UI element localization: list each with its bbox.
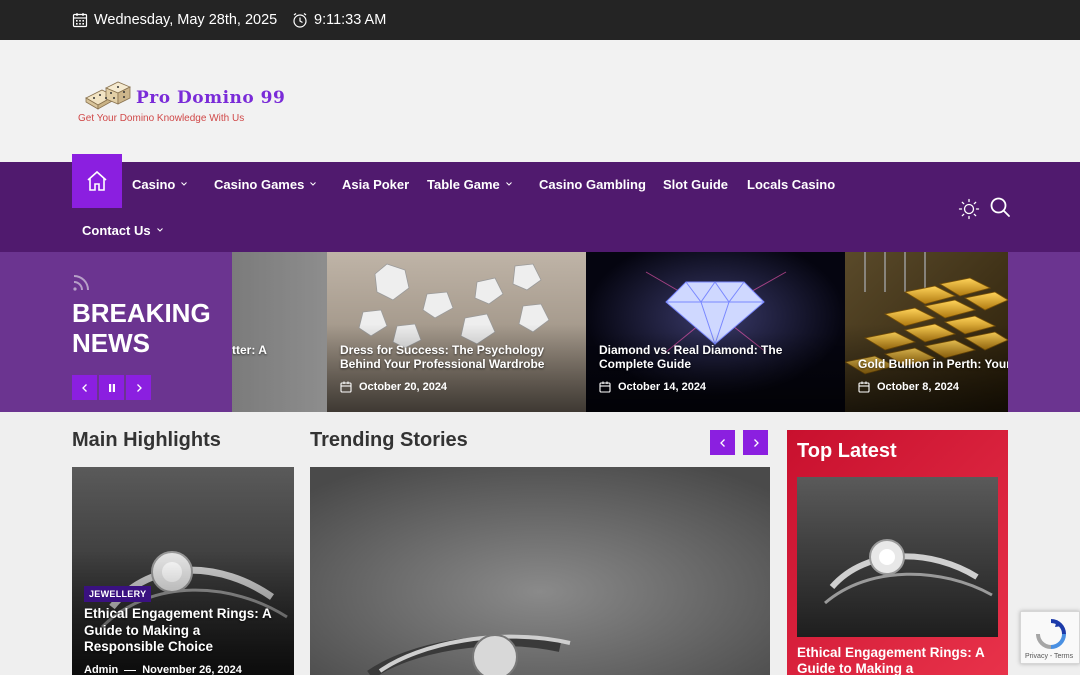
- sun-icon[interactable]: [958, 198, 980, 220]
- nav-item-casino-gambling[interactable]: Casino Gambling: [539, 174, 646, 194]
- prev-slide-button[interactable]: [72, 375, 97, 400]
- logo-name: Pro Domino 99: [136, 88, 286, 108]
- recaptcha-badge[interactable]: Privacy - Terms: [1020, 611, 1080, 664]
- chevron-down-icon: [181, 182, 188, 186]
- slide-title[interactable]: Dress for Success: The Psychology Behind…: [340, 343, 575, 371]
- breaking-slide[interactable]: Diamond vs. Real Diamond: The Complete G…: [586, 252, 845, 412]
- breaking-slide[interactable]: Gold Bullion in Perth: Your U October 8,…: [845, 252, 1008, 412]
- post-meta: Admin November 26, 2024: [84, 664, 242, 675]
- nav-item-table-game[interactable]: Table Game: [427, 174, 513, 194]
- breaking-controls: [72, 375, 151, 400]
- calendar-icon: [340, 381, 352, 393]
- chevron-left-icon: [81, 383, 87, 392]
- trending-stories-heading: Trending Stories: [310, 429, 468, 451]
- rss-icon: [73, 275, 89, 291]
- home-icon: [87, 170, 107, 191]
- logo-tagline: Get Your Domino Knowledge With Us: [78, 113, 245, 124]
- chevron-left-icon: [719, 438, 725, 447]
- nav-item-locals-casino[interactable]: Locals Casino: [747, 174, 835, 194]
- breaking-news-title: BREAKING NEWS: [72, 298, 211, 358]
- top-bar: Wednesday, May 28th, 2025 9:11:33 AM: [0, 0, 1080, 40]
- post-image: [310, 467, 770, 675]
- top-latest-heading: Top Latest: [797, 440, 897, 462]
- post-date: November 26, 2024: [142, 664, 242, 675]
- recaptcha-links[interactable]: Privacy - Terms: [1025, 653, 1073, 660]
- top-latest-post-title[interactable]: Ethical Engagement Rings: A Guide to Mak…: [797, 645, 997, 675]
- nav-item-casino[interactable]: Casino: [132, 174, 188, 194]
- date-text: Wednesday, May 28th, 2025: [94, 12, 278, 28]
- pause-icon: [108, 383, 115, 392]
- trending-next-button[interactable]: [743, 430, 768, 455]
- clock-icon: [293, 13, 307, 28]
- post-image: [797, 477, 998, 637]
- slide-date: October 20, 2024: [340, 381, 447, 393]
- chevron-down-icon: [505, 182, 512, 186]
- trending-prev-button[interactable]: [710, 430, 735, 455]
- slide-date: October 14, 2024: [599, 381, 706, 393]
- slide-date: October 8, 2024: [858, 381, 959, 393]
- breaking-news-label: BREAKING NEWS: [0, 252, 232, 412]
- meta-divider: [124, 669, 137, 671]
- search-icon[interactable]: [989, 196, 1011, 218]
- calendar-icon: [858, 381, 870, 393]
- chevron-down-icon: [310, 182, 317, 186]
- breaking-news-ticker: tter: A Dress for Success: The Psycholog…: [0, 252, 1080, 412]
- main-highlights-heading: Main Highlights: [72, 429, 221, 451]
- slide-title[interactable]: tter: A: [232, 343, 327, 357]
- site-header: Pro Domino 99 Get Your Domino Knowledge …: [0, 40, 1080, 162]
- top-latest-image[interactable]: [797, 477, 998, 637]
- slide-title[interactable]: Gold Bullion in Perth: Your U: [858, 357, 1008, 371]
- breaking-slide[interactable]: Dress for Success: The Psychology Behind…: [327, 252, 586, 412]
- chevron-right-icon: [753, 438, 759, 447]
- next-slide-button[interactable]: [126, 375, 151, 400]
- pause-slide-button[interactable]: [99, 375, 124, 400]
- post-author[interactable]: Admin: [84, 664, 118, 675]
- chevron-right-icon: [136, 383, 142, 392]
- highlight-post-title[interactable]: Ethical Engagement Rings: A Guide to Mak…: [84, 606, 284, 656]
- nav-item-contact-us[interactable]: Contact Us: [82, 220, 164, 240]
- slide-title[interactable]: Diamond vs. Real Diamond: The Complete G…: [599, 343, 834, 371]
- trending-post-card[interactable]: [310, 467, 770, 675]
- recaptcha-icon: [1036, 619, 1066, 649]
- home-button[interactable]: [72, 154, 122, 208]
- main-nav: Casino Casino Games Asia Poker Table Gam…: [0, 154, 1080, 252]
- nav-item-casino-games[interactable]: Casino Games: [214, 174, 317, 194]
- time-text: 9:11:33 AM: [314, 12, 387, 28]
- top-latest-panel: Top Latest Ethical Engagement Rings: A G…: [787, 430, 1008, 675]
- chevron-down-icon: [156, 228, 163, 232]
- category-badge[interactable]: JEWELLERY: [84, 586, 152, 602]
- nav-item-asia-poker[interactable]: Asia Poker: [342, 174, 409, 194]
- calendar-icon: [72, 13, 88, 28]
- calendar-icon: [599, 381, 611, 393]
- current-date: Wednesday, May 28th, 2025: [72, 0, 277, 40]
- dice-logo-icon: [85, 81, 131, 110]
- current-time: 9:11:33 AM: [292, 0, 386, 40]
- nav-item-slot-guide[interactable]: Slot Guide: [663, 174, 728, 194]
